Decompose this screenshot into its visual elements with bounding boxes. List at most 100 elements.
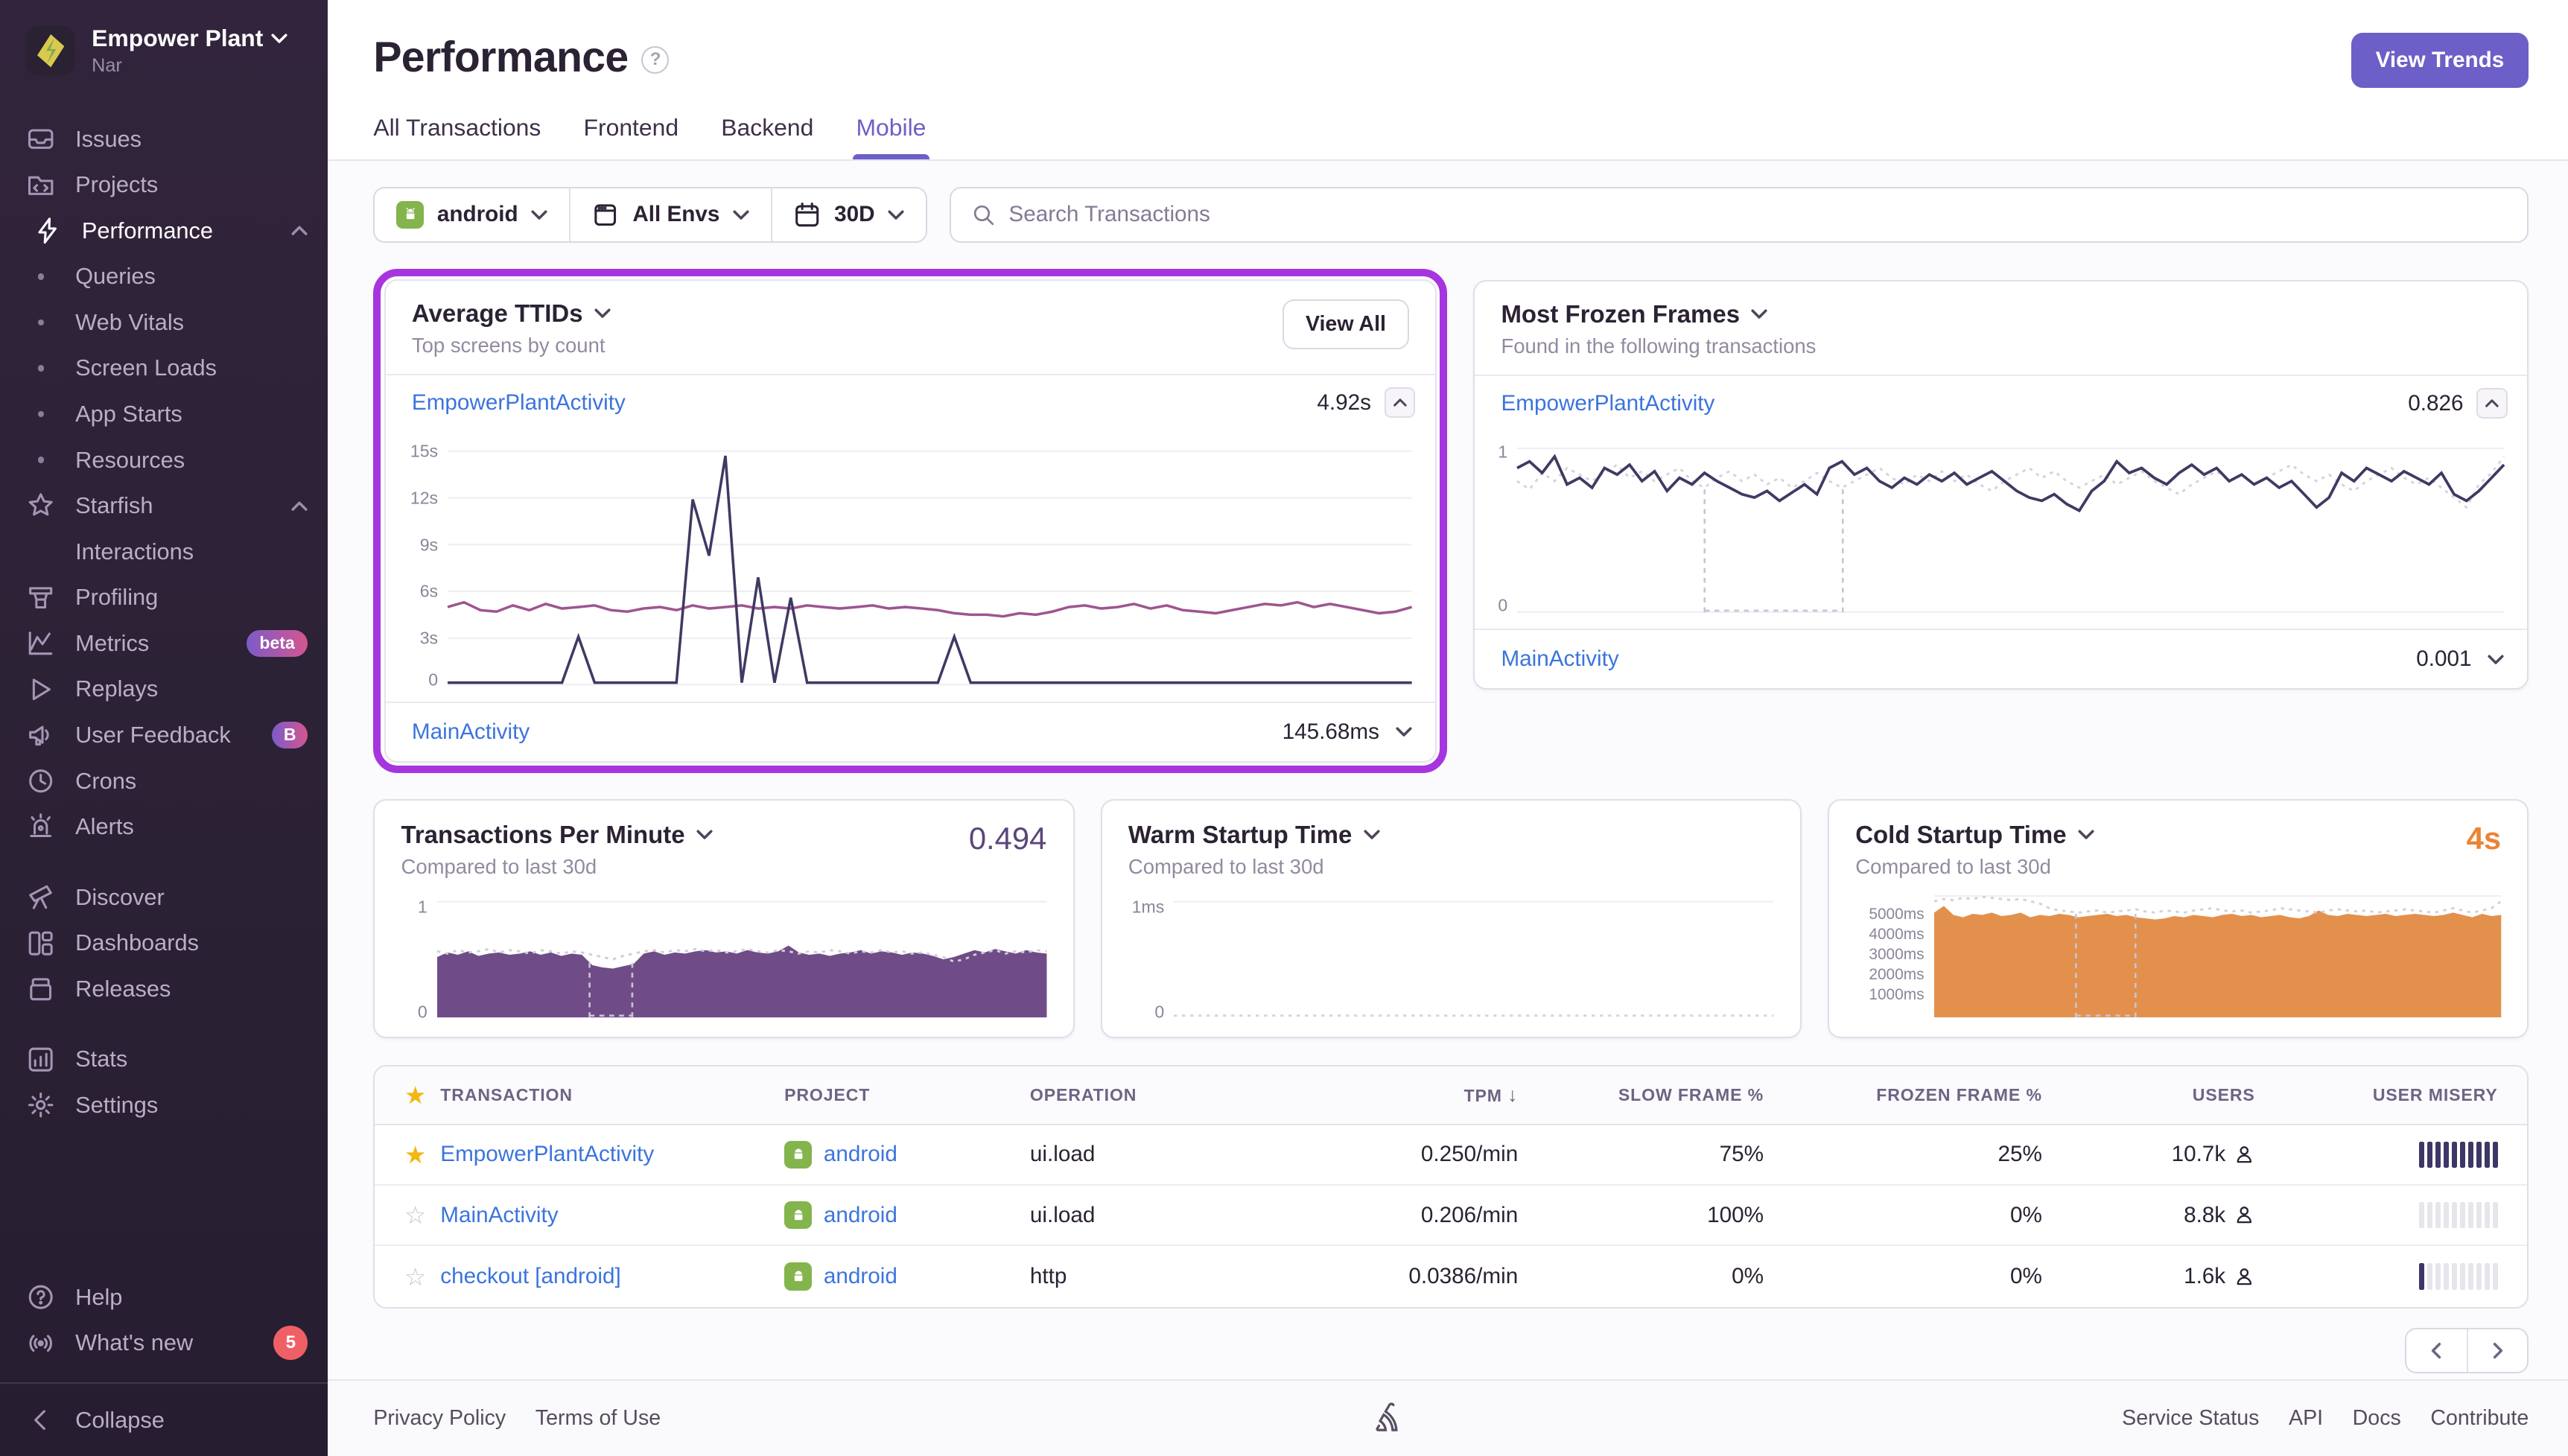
transaction-link[interactable]: checkout [android] <box>440 1264 620 1288</box>
widget-title[interactable]: Most Frozen Frames <box>1501 300 1816 328</box>
transaction-link[interactable]: MainActivity <box>440 1203 558 1227</box>
column-tpm-sorted[interactable]: TPM ↓ <box>1292 1084 1548 1107</box>
collapse-row-button[interactable] <box>2476 388 2508 419</box>
project-link[interactable]: android <box>824 1142 897 1167</box>
widget-title[interactable]: Transactions Per Minute <box>401 821 713 849</box>
api-link[interactable]: API <box>2289 1406 2323 1431</box>
misery-bar <box>2452 1202 2457 1228</box>
chevron-down-icon <box>1364 830 1380 839</box>
misery-bar <box>2485 1202 2490 1228</box>
most-frozen-frames-widget: Most Frozen Frames Found in the followin… <box>1473 280 2529 690</box>
sidebar-item-screen-loads[interactable]: Screen Loads <box>0 346 328 392</box>
sidebar-item-whats-new[interactable]: What's new 5 <box>0 1320 328 1367</box>
view-trends-button[interactable]: View Trends <box>2351 33 2529 88</box>
help-tooltip-icon[interactable]: ? <box>641 46 669 74</box>
transaction-link[interactable]: EmpowerPlantActivity <box>1501 391 2394 416</box>
app-window: Empower Plant Nar Issues Projects Perfor… <box>0 0 2568 1456</box>
transaction-link[interactable]: EmpowerPlantActivity <box>412 390 1304 416</box>
project-link[interactable]: android <box>824 1264 897 1289</box>
widget-title[interactable]: Cold Startup Time <box>1855 821 2094 849</box>
page-header: Performance ? View Trends All Transactio… <box>328 0 2568 161</box>
column-user-misery[interactable]: User Misery <box>2284 1085 2527 1105</box>
misery-bar <box>2427 1142 2432 1168</box>
sidebar-item-label: Discover <box>75 884 308 911</box>
sidebar-item-alerts[interactable]: Alerts <box>0 804 328 850</box>
sidebar-item-queries[interactable]: Queries <box>0 254 328 300</box>
expand-row-button[interactable] <box>1393 727 1416 737</box>
docs-link[interactable]: Docs <box>2353 1406 2401 1431</box>
sidebar-nav: Issues Projects Performance Queries Web … <box>0 93 328 1274</box>
sentry-logo-icon[interactable] <box>1373 1399 1409 1438</box>
sidebar-item-metrics[interactable]: Metrics beta <box>0 620 328 667</box>
sidebar-item-user-feedback[interactable]: User Feedback B <box>0 712 328 758</box>
widget-subtitle: Compared to last 30d <box>401 855 713 879</box>
search-input[interactable] <box>1008 202 2507 227</box>
transaction-link[interactable]: MainActivity <box>1501 646 2403 672</box>
sidebar-item-stats[interactable]: Stats <box>0 1037 328 1083</box>
sidebar-item-profiling[interactable]: Profiling <box>0 575 328 621</box>
next-page-button[interactable] <box>2467 1329 2527 1372</box>
android-icon <box>396 201 424 229</box>
metric-value: 0.826 <box>2408 391 2463 416</box>
warm-startup-widget: Warm Startup Time Compared to last 30d 1… <box>1101 799 1802 1038</box>
sidebar-item-label: App Starts <box>75 401 308 427</box>
environment-filter[interactable]: All Envs <box>569 188 771 241</box>
tab-all-transactions[interactable]: All Transactions <box>373 114 541 159</box>
sidebar-item-interactions[interactable]: Interactions <box>0 529 328 575</box>
project-link[interactable]: android <box>824 1203 897 1228</box>
star-toggle[interactable]: ★ <box>404 1141 427 1169</box>
misery-bar <box>2468 1263 2473 1289</box>
sidebar-item-discover[interactable]: Discover <box>0 874 328 921</box>
project-filter[interactable]: android <box>375 188 568 241</box>
column-slow-frame[interactable]: Slow Frame % <box>1548 1085 1793 1105</box>
sidebar-collapse-button[interactable]: Collapse <box>0 1397 328 1443</box>
sidebar-item-issues[interactable]: Issues <box>0 116 328 162</box>
widget-title[interactable]: Warm Startup Time <box>1128 821 1380 849</box>
chevron-down-icon <box>271 34 287 43</box>
column-frozen-frame[interactable]: Frozen Frame % <box>1793 1085 2072 1105</box>
misery-bar <box>2460 1263 2465 1289</box>
sidebar-item-dashboards[interactable]: Dashboards <box>0 920 328 966</box>
sidebar-item-settings[interactable]: Settings <box>0 1082 328 1128</box>
cold-startup-value: 4s <box>2467 821 2501 856</box>
star-toggle[interactable]: ☆ <box>404 1201 427 1229</box>
date-range-filter[interactable]: 30D <box>771 188 926 241</box>
org-switcher[interactable]: Empower Plant Nar <box>0 0 328 93</box>
tab-frontend[interactable]: Frontend <box>584 114 679 159</box>
sidebar-item-label: User Feedback <box>75 722 272 748</box>
column-transaction[interactable]: Transaction <box>440 1085 784 1105</box>
sidebar-item-starfish[interactable]: Starfish <box>0 483 328 529</box>
column-project[interactable]: Project <box>784 1085 1030 1105</box>
sidebar-item-web-vitals[interactable]: Web Vitals <box>0 299 328 346</box>
privacy-policy-link[interactable]: Privacy Policy <box>373 1406 506 1431</box>
sidebar-item-replays[interactable]: Replays <box>0 667 328 713</box>
sidebar-item-performance[interactable]: Performance <box>0 208 328 254</box>
misery-bar <box>2435 1263 2441 1289</box>
sidebar-item-releases[interactable]: Releases <box>0 966 328 1012</box>
star-toggle[interactable]: ☆ <box>404 1263 427 1291</box>
widget-title[interactable]: Average TTIDs <box>412 299 611 328</box>
tab-mobile[interactable]: Mobile <box>856 114 926 159</box>
column-operation[interactable]: Operation <box>1030 1085 1292 1105</box>
transaction-link[interactable]: EmpowerPlantActivity <box>440 1142 654 1166</box>
sidebar-item-app-starts[interactable]: App Starts <box>0 391 328 437</box>
sidebar-item-help[interactable]: Help <box>0 1274 328 1320</box>
sidebar-item-crons[interactable]: Crons <box>0 758 328 804</box>
service-status-link[interactable]: Service Status <box>2122 1406 2259 1431</box>
transaction-link[interactable]: MainActivity <box>412 719 1269 745</box>
sidebar-item-label: Alerts <box>75 813 308 840</box>
chevron-down-icon <box>888 210 904 220</box>
terms-of-use-link[interactable]: Terms of Use <box>535 1406 661 1431</box>
previous-page-button[interactable] <box>2406 1329 2467 1372</box>
y-axis: 1 0 <box>401 892 437 1017</box>
tab-backend[interactable]: Backend <box>721 114 813 159</box>
column-users[interactable]: Users <box>2071 1085 2284 1105</box>
performance-tabs: All Transactions Frontend Backend Mobile <box>373 114 2529 159</box>
expand-row-button[interactable] <box>2485 655 2508 664</box>
collapse-row-button[interactable] <box>1385 387 1416 419</box>
sidebar-item-resources[interactable]: Resources <box>0 437 328 483</box>
search-transactions[interactable] <box>950 187 2529 243</box>
view-all-button[interactable]: View All <box>1283 299 1408 350</box>
sidebar-item-projects[interactable]: Projects <box>0 162 328 208</box>
contribute-link[interactable]: Contribute <box>2430 1406 2529 1431</box>
